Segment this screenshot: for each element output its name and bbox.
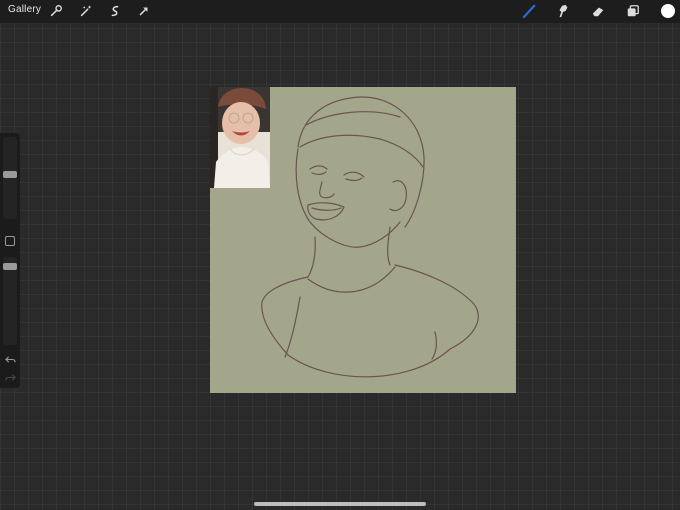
redo-icon[interactable] — [4, 371, 16, 383]
opacity-thumb[interactable] — [3, 263, 17, 270]
left-sidebar — [0, 133, 20, 388]
selection-icon[interactable] — [107, 3, 123, 19]
magic-wand-icon[interactable] — [78, 3, 94, 19]
reference-photo[interactable] — [210, 87, 270, 188]
home-indicator[interactable] — [254, 502, 426, 506]
layers-icon[interactable] — [625, 3, 641, 19]
opacity-slider[interactable] — [3, 257, 17, 345]
smudge-icon[interactable] — [555, 3, 571, 19]
modify-button[interactable] — [5, 236, 15, 246]
gallery-button[interactable]: Gallery — [8, 4, 41, 15]
transform-arrow-icon[interactable] — [136, 3, 152, 19]
brush-icon[interactable] — [521, 3, 537, 19]
color-picker-swatch[interactable] — [661, 4, 675, 18]
eraser-icon[interactable] — [590, 3, 606, 19]
brush-size-slider[interactable] — [3, 137, 17, 219]
undo-icon[interactable] — [4, 353, 16, 365]
top-toolbar: Gallery — [0, 0, 680, 23]
reference-photo-image — [210, 87, 270, 188]
wrench-icon[interactable] — [48, 3, 64, 19]
brush-size-thumb[interactable] — [3, 171, 17, 178]
